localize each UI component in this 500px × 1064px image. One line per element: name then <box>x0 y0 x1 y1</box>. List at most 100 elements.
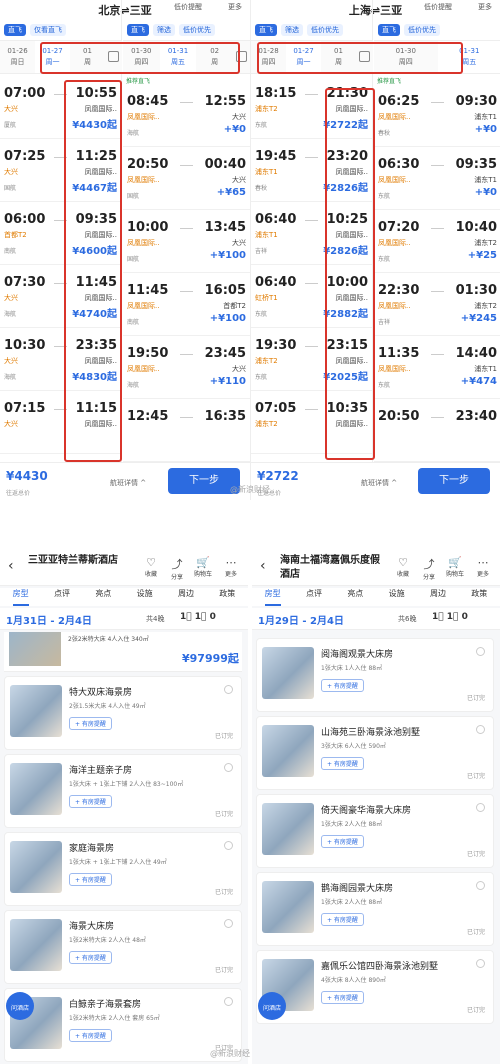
notify-button[interactable]: + 有房提醒 <box>69 795 112 808</box>
notify-button[interactable]: + 有房提醒 <box>69 717 112 730</box>
tab-facilities[interactable]: 设施 <box>389 588 405 606</box>
tag-filter[interactable]: 筛选 <box>281 24 303 36</box>
select-radio-icon[interactable] <box>476 959 485 968</box>
flight-detail-link[interactable]: 航班详情 ^ <box>361 478 397 488</box>
tab-rooms[interactable]: 房型 <box>12 588 29 606</box>
flight-row[interactable]: 19:50 23:45 凤凰国际.. 大兴 海航 +¥110 <box>123 336 250 399</box>
date-selector[interactable]: 1月31日 - 2月4日 共4晚 1⃣ 1⃣ 0 <box>0 608 248 630</box>
flight-row[interactable]: 06:25 09:30 凤凰国际.. 浦东T1 春秋 +¥0 <box>374 84 500 147</box>
favorite-icon[interactable]: ♡ 收藏 <box>142 556 160 578</box>
room-card[interactable]: 山海苑三卧海景泳池别墅 3张大床 6人入住 590㎡ + 有房提醒 已订完 <box>256 716 494 790</box>
tag-filter[interactable]: 筛选 <box>153 24 175 36</box>
flight-row[interactable]: 20:50 23:40 <box>374 399 500 462</box>
departure-airport: 浦东T1 <box>255 231 278 239</box>
tag-lowprice[interactable]: 低价优先 <box>404 24 440 36</box>
tab-nearby[interactable]: 周边 <box>178 588 194 606</box>
tag-direct[interactable]: 直飞 <box>255 24 277 36</box>
ask-hotel-button[interactable]: 问酒店 <box>258 992 286 1020</box>
tab-policy[interactable]: 政策 <box>471 588 487 606</box>
tag-lowprice[interactable]: 低价优先 <box>179 24 215 36</box>
notify-button[interactable]: + 有房提醒 <box>321 991 364 1004</box>
airline-name: 海航 <box>127 130 140 137</box>
next-step-button[interactable]: 下一步 <box>418 468 490 494</box>
date-tab[interactable]: 01-26 周日 <box>0 41 35 73</box>
flight-row[interactable]: 08:45 12:55 凤凰国际.. 大兴 海航 +¥0 <box>123 84 250 147</box>
tab-reviews[interactable]: 点评 <box>54 588 70 606</box>
room-card[interactable]: 鹊海阁园景大床房 1张大床 2人入住 88㎡ + 有房提醒 已订完 <box>256 872 494 946</box>
back-icon[interactable]: ‹ <box>8 558 14 574</box>
ask-hotel-button[interactable]: 问酒店 <box>6 992 34 1020</box>
room-card[interactable]: 嘉佩乐公馆四卧海景泳池别墅 4张大床 8人入住 890㎡ + 有房提醒 已订完 <box>256 950 494 1024</box>
flight-row[interactable]: 06:30 09:35 凤凰国际.. 浦东T1 东航 +¥0 <box>374 147 500 210</box>
flight-row[interactable]: 20:50 00:40 凤凰国际.. 大兴 国航 +¥65 <box>123 147 250 210</box>
room-card[interactable]: 海景大床房 1张2米特大床 2人入住 48㎡ + 有房提醒 已订完 <box>4 910 242 984</box>
availability-status: 已订完 <box>466 695 485 702</box>
flight-row[interactable]: 11:35 14:40 凤凰国际.. 浦东T1 东航 +¥474 <box>374 336 500 399</box>
notify-button[interactable]: + 有房提醒 <box>69 951 112 964</box>
notify-button[interactable]: + 有房提醒 <box>69 873 112 886</box>
route-line <box>305 157 318 158</box>
filter-tags: 直飞 筛选 低价优先 <box>127 24 215 36</box>
select-radio-icon[interactable] <box>224 919 233 928</box>
flight-row[interactable]: 22:30 01:30 凤凰国际.. 浦东T2 吉祥 +¥245 <box>374 273 500 336</box>
select-radio-icon[interactable] <box>224 685 233 694</box>
select-radio-icon[interactable] <box>224 763 233 772</box>
flight-row[interactable]: 07:20 10:40 凤凰国际.. 浦东T2 东航 +¥25 <box>374 210 500 273</box>
notify-button[interactable]: + 有房提醒 <box>321 913 364 926</box>
departure-time: 22:30 <box>378 283 420 298</box>
flight-detail-link[interactable]: 航班详情 ^ <box>110 478 146 488</box>
select-radio-icon[interactable] <box>224 841 233 850</box>
tab-rooms[interactable]: 房型 <box>264 588 281 606</box>
share-icon[interactable]: ⤴ 分享 <box>168 556 186 581</box>
notify-button[interactable]: + 有房提醒 <box>321 679 364 692</box>
tag-direct[interactable]: 直飞 <box>127 24 149 36</box>
room-card[interactable]: 家庭海景房 1张大床 + 1张上下铺 2人入住 49㎡ + 有房提醒 已订完 <box>4 832 242 906</box>
tag-lowprice[interactable]: 低价优先 <box>307 24 343 36</box>
room-card[interactable]: 特大双床海景房 2张1.5米大床 4人入住 49㎡ + 有房提醒 已订完 <box>4 676 242 750</box>
tab-policy[interactable]: 政策 <box>219 588 235 606</box>
arrival-time: 14:40 <box>455 346 497 361</box>
select-radio-icon[interactable] <box>224 997 233 1006</box>
date-selector[interactable]: 1月29日 - 2月4日 共6晚 1⃣ 1⃣ 0 <box>252 608 500 630</box>
cart-icon[interactable]: 🛒 购物车 <box>194 556 212 578</box>
departure-airport: 大兴 <box>4 420 18 428</box>
tag-direct[interactable]: 直飞 <box>378 24 400 36</box>
room-card[interactable]: 2张2米特大床 4人入住 340㎡ ¥97999起 <box>4 632 242 672</box>
tag-filter[interactable]: 仅看直飞 <box>30 24 66 36</box>
tag-direct[interactable]: 直飞 <box>4 24 26 36</box>
select-radio-icon[interactable] <box>476 803 485 812</box>
tab-highlights[interactable]: 亮点 <box>347 588 363 606</box>
notify-button[interactable]: + 有房提醒 <box>321 835 364 848</box>
total-price-label: 往返总价 <box>6 490 31 497</box>
tab-reviews[interactable]: 点评 <box>306 588 322 606</box>
more-icon[interactable]: ⋯ 更多 <box>474 556 492 578</box>
flight-price: +¥474 <box>460 376 497 387</box>
back-icon[interactable]: ‹ <box>260 558 266 574</box>
departure-time: 07:05 <box>255 401 297 416</box>
cart-icon[interactable]: 🛒 购物车 <box>446 556 464 578</box>
notify-button[interactable]: + 有房提醒 <box>69 1029 112 1042</box>
room-card[interactable]: 海洋主题亲子房 1张大床 + 1张上下铺 2人入住 83~100㎡ + 有房提醒 已订… <box>4 754 242 828</box>
share-icon[interactable]: ⤴ 分享 <box>420 556 438 581</box>
arrival-time: 00:40 <box>204 157 246 172</box>
select-radio-icon[interactable] <box>476 881 485 890</box>
notify-button[interactable]: + 有房提醒 <box>321 757 364 770</box>
room-card[interactable]: 倚天阁豪华海景大床房 1张大床 2人入住 88㎡ + 有房提醒 已订完 <box>256 794 494 868</box>
flight-row[interactable]: 12:45 16:35 <box>123 399 250 462</box>
more-icon[interactable]: ⋯ 更多 <box>222 556 240 578</box>
select-radio-icon[interactable] <box>476 725 485 734</box>
departure-time: 18:15 <box>255 86 297 101</box>
flight-row[interactable]: 10:00 13:45 凤凰国际.. 大兴 国航 +¥100 <box>123 210 250 273</box>
tab-facilities[interactable]: 设施 <box>137 588 153 606</box>
room-card[interactable]: 阅海阁观景大床房 1张大床 1人入住 88㎡ + 有房提醒 已订完 <box>256 638 494 712</box>
flight-price: +¥65 <box>216 187 246 198</box>
flight-row[interactable]: 11:45 16:05 凤凰国际.. 首都T2 南航 +¥100 <box>123 273 250 336</box>
favorite-icon[interactable]: ♡ 收藏 <box>394 556 412 578</box>
hotel-panel-capella: ‹ 海南土福湾嘉佩乐度假酒店 ♡ 收藏 ⤴ 分享 🛒 购物车 ⋯ 更多 房型 点评 亮点… <box>252 546 500 1064</box>
arrival-airport: 大兴 <box>232 239 246 247</box>
room-card[interactable]: 白鲸亲子海景套房 1张2米特大床 2人入住 套房 65㎡ + 有房提醒 已订完 <box>4 988 242 1062</box>
stay-dates: 1月31日 - 2月4日 <box>6 616 92 627</box>
tab-nearby[interactable]: 周边 <box>430 588 446 606</box>
select-radio-icon[interactable] <box>476 647 485 656</box>
tab-highlights[interactable]: 亮点 <box>95 588 111 606</box>
